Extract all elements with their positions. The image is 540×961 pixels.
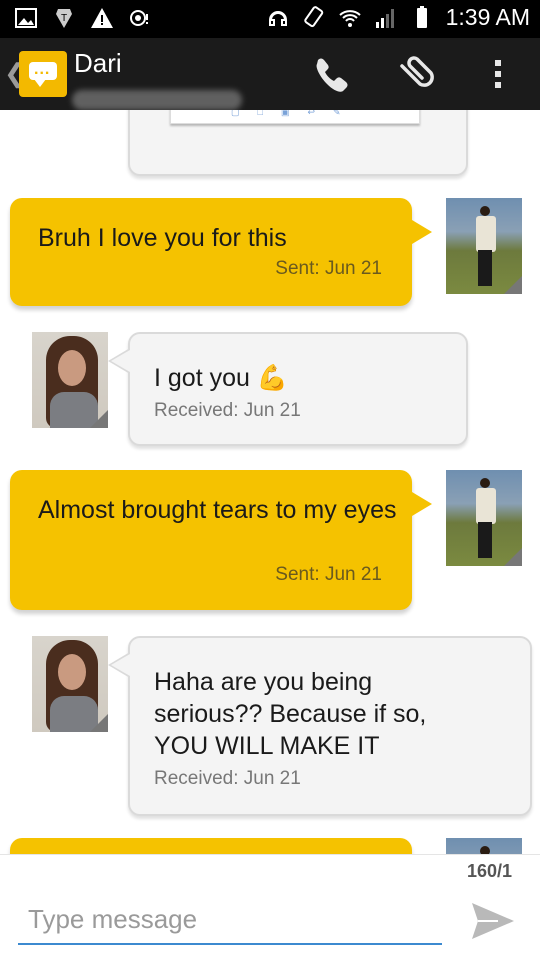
message-timestamp: Received: Jun 21 [154,768,301,789]
action-bar: ❮ ... Dari [0,38,540,110]
message-text: Bruh I love you for this [38,224,287,252]
headset-icon [268,10,287,26]
redacted-number [72,90,242,110]
message-sent-partial[interactable] [10,838,412,854]
attachment-message-partial[interactable]: ▢ □ ▣ ↩ ✎ [128,110,468,176]
avatar[interactable] [446,198,522,294]
warning-icon [91,8,113,28]
status-time: 1:39 AM [445,4,530,30]
message-sent[interactable]: Almost brought tears to my eyes Sent: Ju… [10,470,432,610]
avatar[interactable] [446,470,522,566]
compose-bar: 160/1 [0,854,540,961]
message-text: Haha are you being serious?? Because if … [154,668,427,760]
character-counter: 160/1 [466,861,512,881]
battery-icon [416,5,427,28]
message-input[interactable] [18,895,442,945]
wifi-icon [338,9,361,27]
send-icon[interactable] [468,899,516,943]
messages-app-icon[interactable]: ... [19,51,67,97]
paperclip-icon[interactable] [392,52,436,96]
message-timestamp: Sent: Jun 21 [275,258,382,279]
message-text: I got you 💪 [154,364,288,392]
status-bar: T 1:39 AM [0,0,540,38]
phone-icon[interactable] [308,52,352,96]
tmobile-icon: T [56,9,72,28]
message-timestamp: Sent: Jun 21 [275,564,382,585]
voicemail-icon [130,10,148,26]
message-timestamp: Received: Jun 21 [154,400,301,421]
message-received[interactable]: I got you 💪 Received: Jun 21 [108,332,468,446]
message-text: Almost brought tears to my eyes [38,496,397,524]
overflow-menu-icon[interactable] [476,52,520,96]
message-list[interactable]: ▢ □ ▣ ↩ ✎ Bruh I love you for this Sent: Jun… [0,110,540,854]
rotate-icon [303,5,323,27]
message-received[interactable]: Haha are you being serious?? Because if … [108,636,532,816]
contact-name[interactable]: Dari [74,48,122,79]
avatar[interactable] [32,332,108,428]
attachment-preview: ▢ □ ▣ ↩ ✎ [170,110,420,124]
avatar[interactable] [32,636,108,732]
signal-icon [375,8,394,28]
gallery-icon [15,8,37,28]
avatar[interactable] [446,838,522,854]
message-sent[interactable]: Bruh I love you for this Sent: Jun 21 [10,198,432,306]
svg-text:T: T [61,13,67,24]
